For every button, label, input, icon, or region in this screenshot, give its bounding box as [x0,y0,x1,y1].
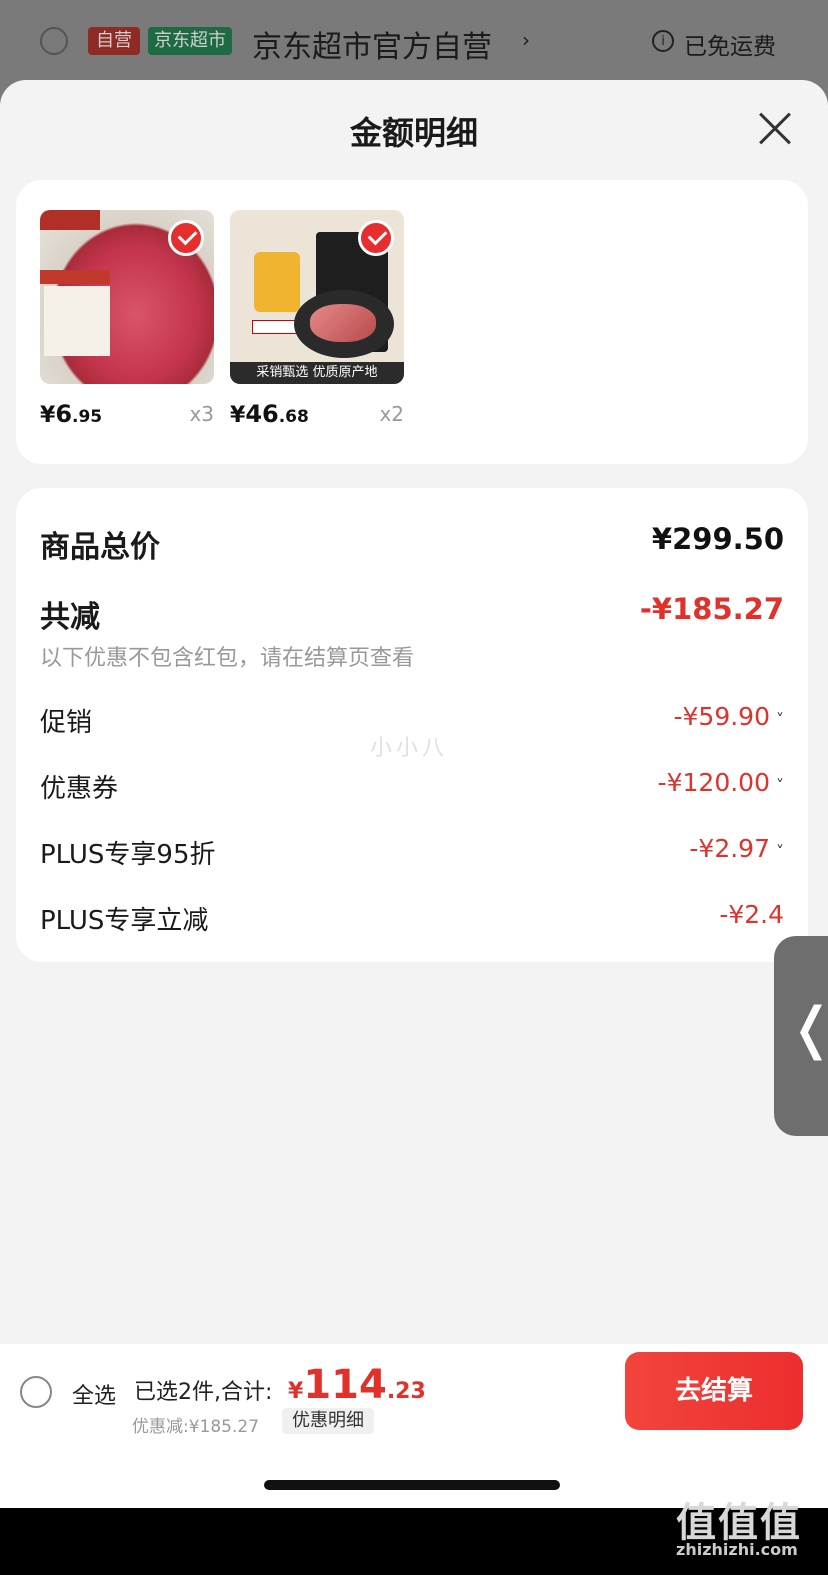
self-operated-tag: 自营 [88,27,140,55]
chevron-right-icon: › [522,28,530,52]
chevron-down-icon[interactable]: ˅ [776,710,784,729]
chevron-down-icon[interactable]: ˅ [776,776,784,795]
selected-count-text: 已选2件,合计: [134,1380,273,1405]
close-icon[interactable] [754,108,794,148]
store-select-radio[interactable] [40,27,68,55]
promotion-label: 促销 [40,708,93,738]
chevron-left-icon: ❬ [788,996,828,1061]
total-reduce-label: 共减 [40,600,100,635]
product-price: ¥46.68 [230,400,309,428]
side-drawer-handle[interactable]: ❬ [774,936,828,1136]
price-summary-card: 商品总价 ¥299.50 共减 -¥185.27 以下优惠不包含红包，请在结算页… [16,488,808,962]
product-item[interactable]: ¥6.95 x3 [40,210,214,428]
site-url: zhizhizhi.com [676,1540,798,1559]
chevron-down-icon[interactable]: ˅ [776,842,784,861]
coupon-label: 优惠券 [40,774,119,804]
coupon-value: -¥120.00 ˅ [657,768,784,797]
sheet-title: 金额明细 [349,114,478,152]
select-all-radio[interactable] [20,1376,52,1408]
products-card: ¥6.95 x3 采销甄选 优质原产地 ¥46.68 x2 [16,180,808,464]
checkout-bar: 全选 已选2件,合计: ¥114.23 优惠减:¥185.27 优惠明细 去结算 [0,1344,828,1438]
product-quantity: x2 [379,402,404,426]
total-reduce-value: -¥185.27 [639,592,784,626]
steak-image: 采销甄选 优质原产地 [230,210,404,384]
checkout-button[interactable]: 去结算 [625,1352,803,1430]
plus-discount-label: PLUS专享95折 [40,840,216,870]
beef-patty-image [40,210,214,384]
plus-reduce-value: -¥2.4 [719,900,784,929]
jd-supermarket-tag: 京东超市 [148,27,232,55]
plus-discount-value: -¥2.97 ˅ [689,834,784,863]
store-name[interactable]: 京东超市官方自营 [252,22,492,66]
total-payable-price: ¥114.23 [288,1362,426,1408]
total-price-label: 商品总价 [40,530,160,565]
discount-summary: 优惠减:¥185.27 [132,1417,260,1437]
select-all-label[interactable]: 全选 [72,1378,116,1410]
product-banner: 采销甄选 优质原产地 [230,362,404,384]
product-quantity: x3 [189,402,214,426]
discount-note: 以下优惠不包含红包，请在结算页查看 [40,646,415,671]
product-price: ¥6.95 [40,400,103,428]
check-icon [168,220,204,256]
promotion-value: -¥59.90 ˅ [673,702,785,731]
total-price-value: ¥299.50 [651,522,784,556]
free-shipping-label: 已免运费 [684,34,776,60]
info-icon[interactable]: i [652,30,674,52]
product-item[interactable]: 采销甄选 优质原产地 ¥46.68 x2 [230,210,404,428]
plus-reduce-label: PLUS专享立减 [40,906,209,936]
home-indicator[interactable] [264,1480,560,1490]
check-icon [358,220,394,256]
watermark-text: 小小八 [370,736,449,761]
discount-detail-button[interactable]: 优惠明细 [282,1408,374,1434]
